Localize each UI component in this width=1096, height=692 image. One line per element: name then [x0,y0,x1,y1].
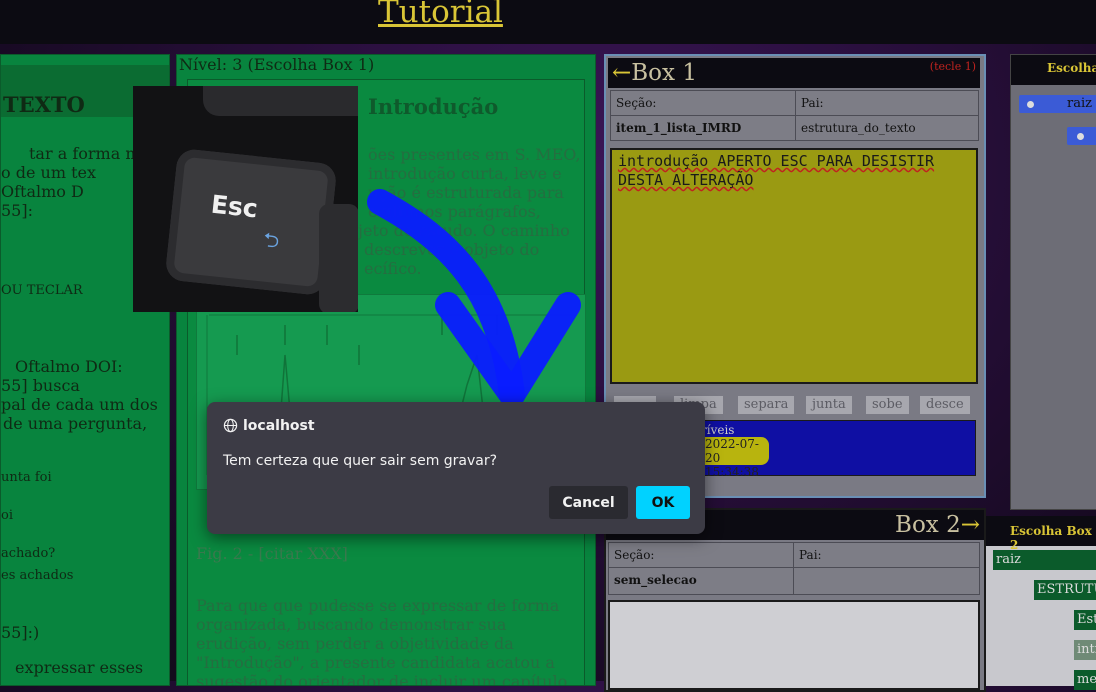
paragraph-line: e últimos parágrafos, [368,202,541,221]
confirm-dialog: localhost Tem certeza que quer sair sem … [207,402,705,534]
textarea-text: introdução APERTO ESC PARA DESISTIR DEST… [618,152,935,189]
left-line: de uma pergunta, [3,414,148,433]
box-1-titlebar: ←Box 1 (tecle 1) [608,58,980,88]
left-arrow-icon: ← [612,60,632,86]
paragraph2-line: Para que que pudesse se expressar de for… [196,596,560,615]
esc-key-label: Esc [209,189,260,224]
paragraph-line: introdução curta, leve e [368,164,562,183]
left-line: expressar esses [15,658,144,677]
left-line: Oftalmo DOI: [15,357,123,376]
section-heading: Introdução [368,94,499,119]
paragraph2-line: sugestão do orientador de incluir um cap… [196,672,568,686]
dialog-host: localhost [243,418,315,434]
tree-panel-box-2: Escolha Box 2 raiz ESTRUTU Est intr me [986,516,1096,690]
figure-caption: Fig. 2 - [citar XXX] [196,544,348,563]
paragraph2-line: erudição, sem perder a objetividade da [196,634,514,653]
pai-label: Pai: [795,90,979,116]
tree-node[interactable]: ESTRUTU [1034,580,1096,600]
box-2-title[interactable]: Box 2→ [895,512,980,538]
tree-node[interactable]: Est [1074,610,1096,630]
secao-label: Seção: [610,90,796,116]
left-line: oi [1,508,13,523]
section-textarea[interactable]: introdução APERTO ESC PARA DESISTIR DEST… [610,148,978,384]
level-label: Nível: 3 (Escolha Box 1) [179,55,375,74]
version-time: 15:34:38 [705,465,759,479]
tree-panel-1-header: Escolha [1011,55,1096,85]
paragraph-line: ução é estruturada para [368,183,564,202]
left-line: es achados [1,568,74,583]
box-1-title[interactable]: ←Box 1 [612,60,697,86]
tree-panel-2-label: Escolha Box 2 [1010,524,1092,552]
tree-node-child[interactable] [1067,127,1096,145]
desce-button[interactable]: desce [920,396,970,414]
paragraph-line: ecífico. [364,259,422,278]
versions-label: ríveis [701,423,735,437]
ok-button[interactable]: OK [636,486,690,519]
left-line: 55]:) [1,623,40,642]
tree-panel-1-label: Escolha [1047,61,1096,75]
page-title[interactable]: Tutorial [378,0,503,30]
box-1-title-text: Box 1 [631,60,697,86]
box-1-hint: (tecle 1) [929,60,976,73]
tree-panel-box-1: Escolha raiz [1010,54,1096,510]
tree-node[interactable]: intr [1074,640,1096,660]
box2-secao-value: sem_selecao [608,567,794,595]
top-bar [0,0,1096,44]
left-line: achado? [1,546,56,561]
box2-secao-label: Seção: [608,542,794,568]
paragraph-line: ões presentes em S. MEO, [368,145,581,164]
tree-node-raiz[interactable]: raiz [1019,95,1096,113]
box2-pai-label: Pai: [793,542,980,568]
left-line: 55] busca [1,376,80,395]
left-line: unta foi [1,470,52,485]
left-line: Oftalmo D [1,182,84,201]
paragraph-line: jeto de estudo. O caminho [358,221,570,240]
left-panel-heading: TEXTO [3,92,85,117]
keyboard-key [319,204,358,312]
box-2-textarea[interactable] [608,600,980,690]
left-line: tar a forma m [29,144,141,163]
version-date: 2022-07-20 [705,437,759,465]
junta-button[interactable]: junta [806,396,852,414]
separa-button[interactable]: separa [738,396,795,414]
dialog-message: Tem certeza que quer sair sem gravar? [223,453,498,469]
right-arrow-icon: → [960,512,980,538]
keyboard-key [203,86,358,116]
tree-node-label: raiz [1067,96,1092,111]
paragraph2-line: "Introdução", a presente candidata acato… [196,653,555,672]
paragraph-line: descrever o objeto do [364,240,540,259]
left-line: o de um tex [1,163,96,182]
tree-node[interactable]: me [1074,670,1096,690]
paragraph2-line: organizada, buscando demonstrar sua [196,615,507,634]
box-2-panel: Box 2→ Seção: Pai: sem_selecao [604,508,986,692]
version-chip[interactable]: 2022-07-20 15:34:38 [697,437,769,479]
sobe-button[interactable]: sobe [866,396,909,414]
pai-value: estrutura_do_texto [795,115,979,141]
tree-node-raiz[interactable]: raiz [993,550,1096,570]
box2-pai-value [793,567,980,595]
left-line: 55]: [1,201,33,220]
radio-dot-icon [1027,101,1034,108]
globe-icon [223,418,238,433]
box-2-title-text: Box 2 [895,512,961,538]
cancel-button[interactable]: Cancel [549,486,628,519]
secao-value: item_1_lista_IMRD [610,115,796,141]
left-line: OU TECLAR [1,283,83,298]
left-line: pal de cada um dos [1,395,158,414]
tree-panel-2-header: Escolha Box 2 [986,516,1096,552]
esc-key-photo: Esc ⮌ [133,86,358,312]
radio-dot-icon [1077,133,1084,140]
